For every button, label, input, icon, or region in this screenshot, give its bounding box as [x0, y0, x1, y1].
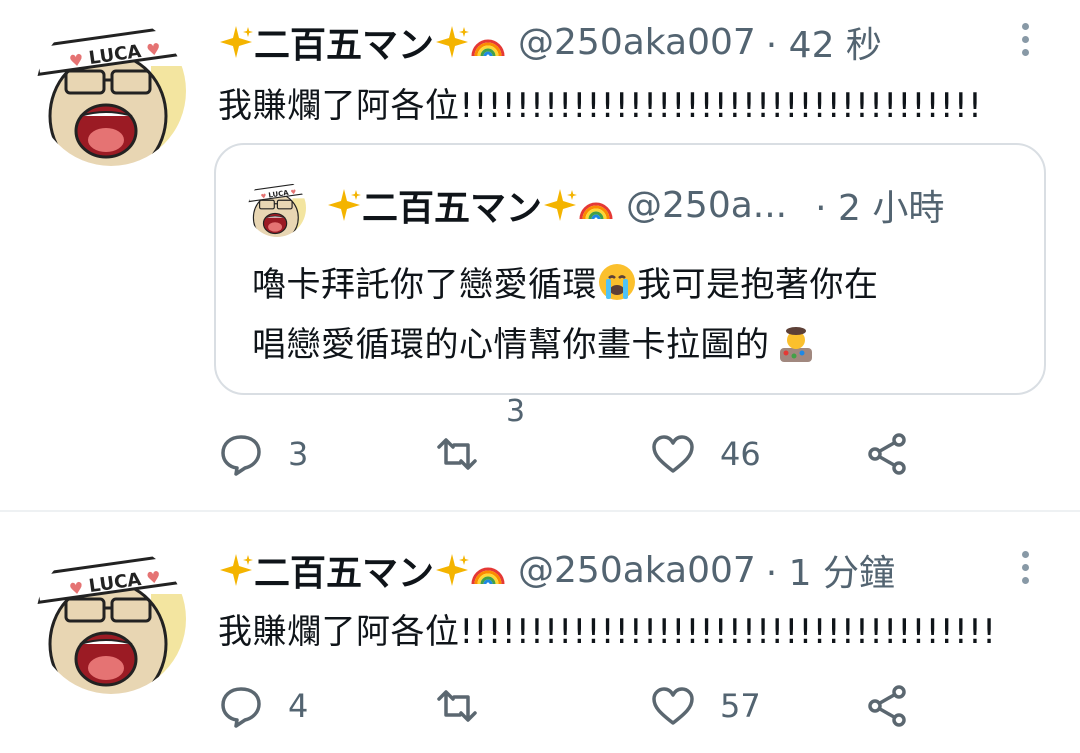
sparkles-icon — [220, 26, 253, 58]
tweet-text: 我賺爛了阿各位!!!!!!!!!!!!!!!!!!!!!!!!!!!!!!!!!… — [218, 86, 983, 126]
tweet-text: 我賺爛了阿各位!!!!!!!!!!!!!!!!!!!!!!!!!!!!!!!!!… — [218, 612, 997, 652]
timestamp[interactable]: · 42 秒 — [766, 16, 882, 68]
crying-face-icon — [597, 262, 637, 302]
like-count: 57 — [720, 687, 761, 725]
like-count: 46 — [720, 435, 761, 473]
rainbow-icon — [471, 39, 505, 58]
quoted-text-part: 嚕卡拜託你了戀愛循環 — [252, 265, 597, 305]
share-icon — [868, 685, 906, 727]
tweet-1[interactable]: 二百五マン @250aka007 · 42 秒 我賺爛了阿各位!!!!!!!!!… — [0, 0, 1080, 510]
display-name[interactable]: 二百五マン — [218, 544, 506, 596]
user-handle[interactable]: @250aka007 — [518, 550, 756, 591]
sparkles-icon — [544, 189, 578, 221]
rainbow-icon — [471, 567, 505, 586]
more-options-icon[interactable] — [1010, 14, 1040, 64]
heart-icon — [652, 687, 694, 725]
heart-icon — [652, 435, 694, 473]
avatar[interactable] — [36, 16, 186, 166]
user-handle[interactable]: @250aka007 — [518, 22, 756, 63]
quoted-text-part: 唱戀愛循環的心情幫你畫卡拉圖的 — [252, 325, 770, 365]
tweet-actions: 4 57 — [0, 676, 1080, 736]
reply-count: 4 — [288, 687, 309, 725]
quoted-text-line-1: 嚕卡拜託你了戀愛循環 我可是抱著你在 — [252, 257, 879, 306]
retweet-icon — [437, 690, 477, 722]
display-name-text: 二百五マン — [254, 25, 435, 66]
quoted-text-part: 我可是抱著你在 — [637, 265, 879, 305]
quoted-handle: @250a... — [626, 184, 788, 226]
retweet-button[interactable] — [434, 676, 504, 736]
rainbow-icon — [579, 202, 613, 221]
retweet-button[interactable] — [434, 424, 504, 484]
quoted-tweet[interactable]: 二百五マン @250a... · 2 小時 嚕卡拜託你了戀愛循環 我可是抱著你在 … — [214, 143, 1046, 395]
reply-icon — [221, 687, 261, 728]
tweet-actions: 3 46 — [0, 424, 1080, 484]
sparkles-icon — [328, 189, 361, 221]
artist-icon — [774, 320, 818, 364]
quoted-display-name: 二百五マン — [326, 179, 614, 231]
tweet-2[interactable]: 二百五マン @250aka007 · 1 分鐘 我賺爛了阿各位!!!!!!!!!… — [0, 512, 1080, 753]
reply-button[interactable]: 3 — [218, 424, 308, 484]
quoted-timestamp: · 2 小時 — [815, 188, 945, 229]
tweet-header: 二百五マン @250aka007 · 42 秒 — [218, 18, 882, 66]
reply-count: 3 — [288, 435, 309, 473]
share-icon — [868, 433, 906, 475]
sparkles-icon — [220, 554, 253, 586]
quoted-header: 二百五マン @250a... · 2 小時 — [326, 181, 944, 229]
quoted-avatar[interactable] — [248, 179, 306, 237]
like-button[interactable]: 46 — [650, 424, 761, 484]
share-button[interactable] — [864, 424, 910, 484]
share-button[interactable] — [864, 676, 910, 736]
quoted-text-line-2: 唱戀愛循環的心情幫你畫卡拉圖的 — [252, 317, 818, 366]
avatar[interactable] — [36, 544, 186, 694]
sparkles-icon — [436, 554, 470, 586]
retweet-icon — [437, 438, 477, 470]
reply-icon — [221, 435, 261, 476]
timestamp[interactable]: · 1 分鐘 — [766, 544, 895, 596]
like-button[interactable]: 57 — [650, 676, 761, 736]
display-name-text: 二百五マン — [254, 553, 435, 594]
more-options-icon[interactable] — [1010, 542, 1040, 592]
quoted-display-name-text: 二百五マン — [362, 188, 543, 229]
display-name[interactable]: 二百五マン — [218, 16, 506, 68]
sparkles-icon — [436, 26, 470, 58]
tweet-header: 二百五マン @250aka007 · 1 分鐘 — [218, 546, 895, 594]
reply-button[interactable]: 4 — [218, 676, 308, 736]
